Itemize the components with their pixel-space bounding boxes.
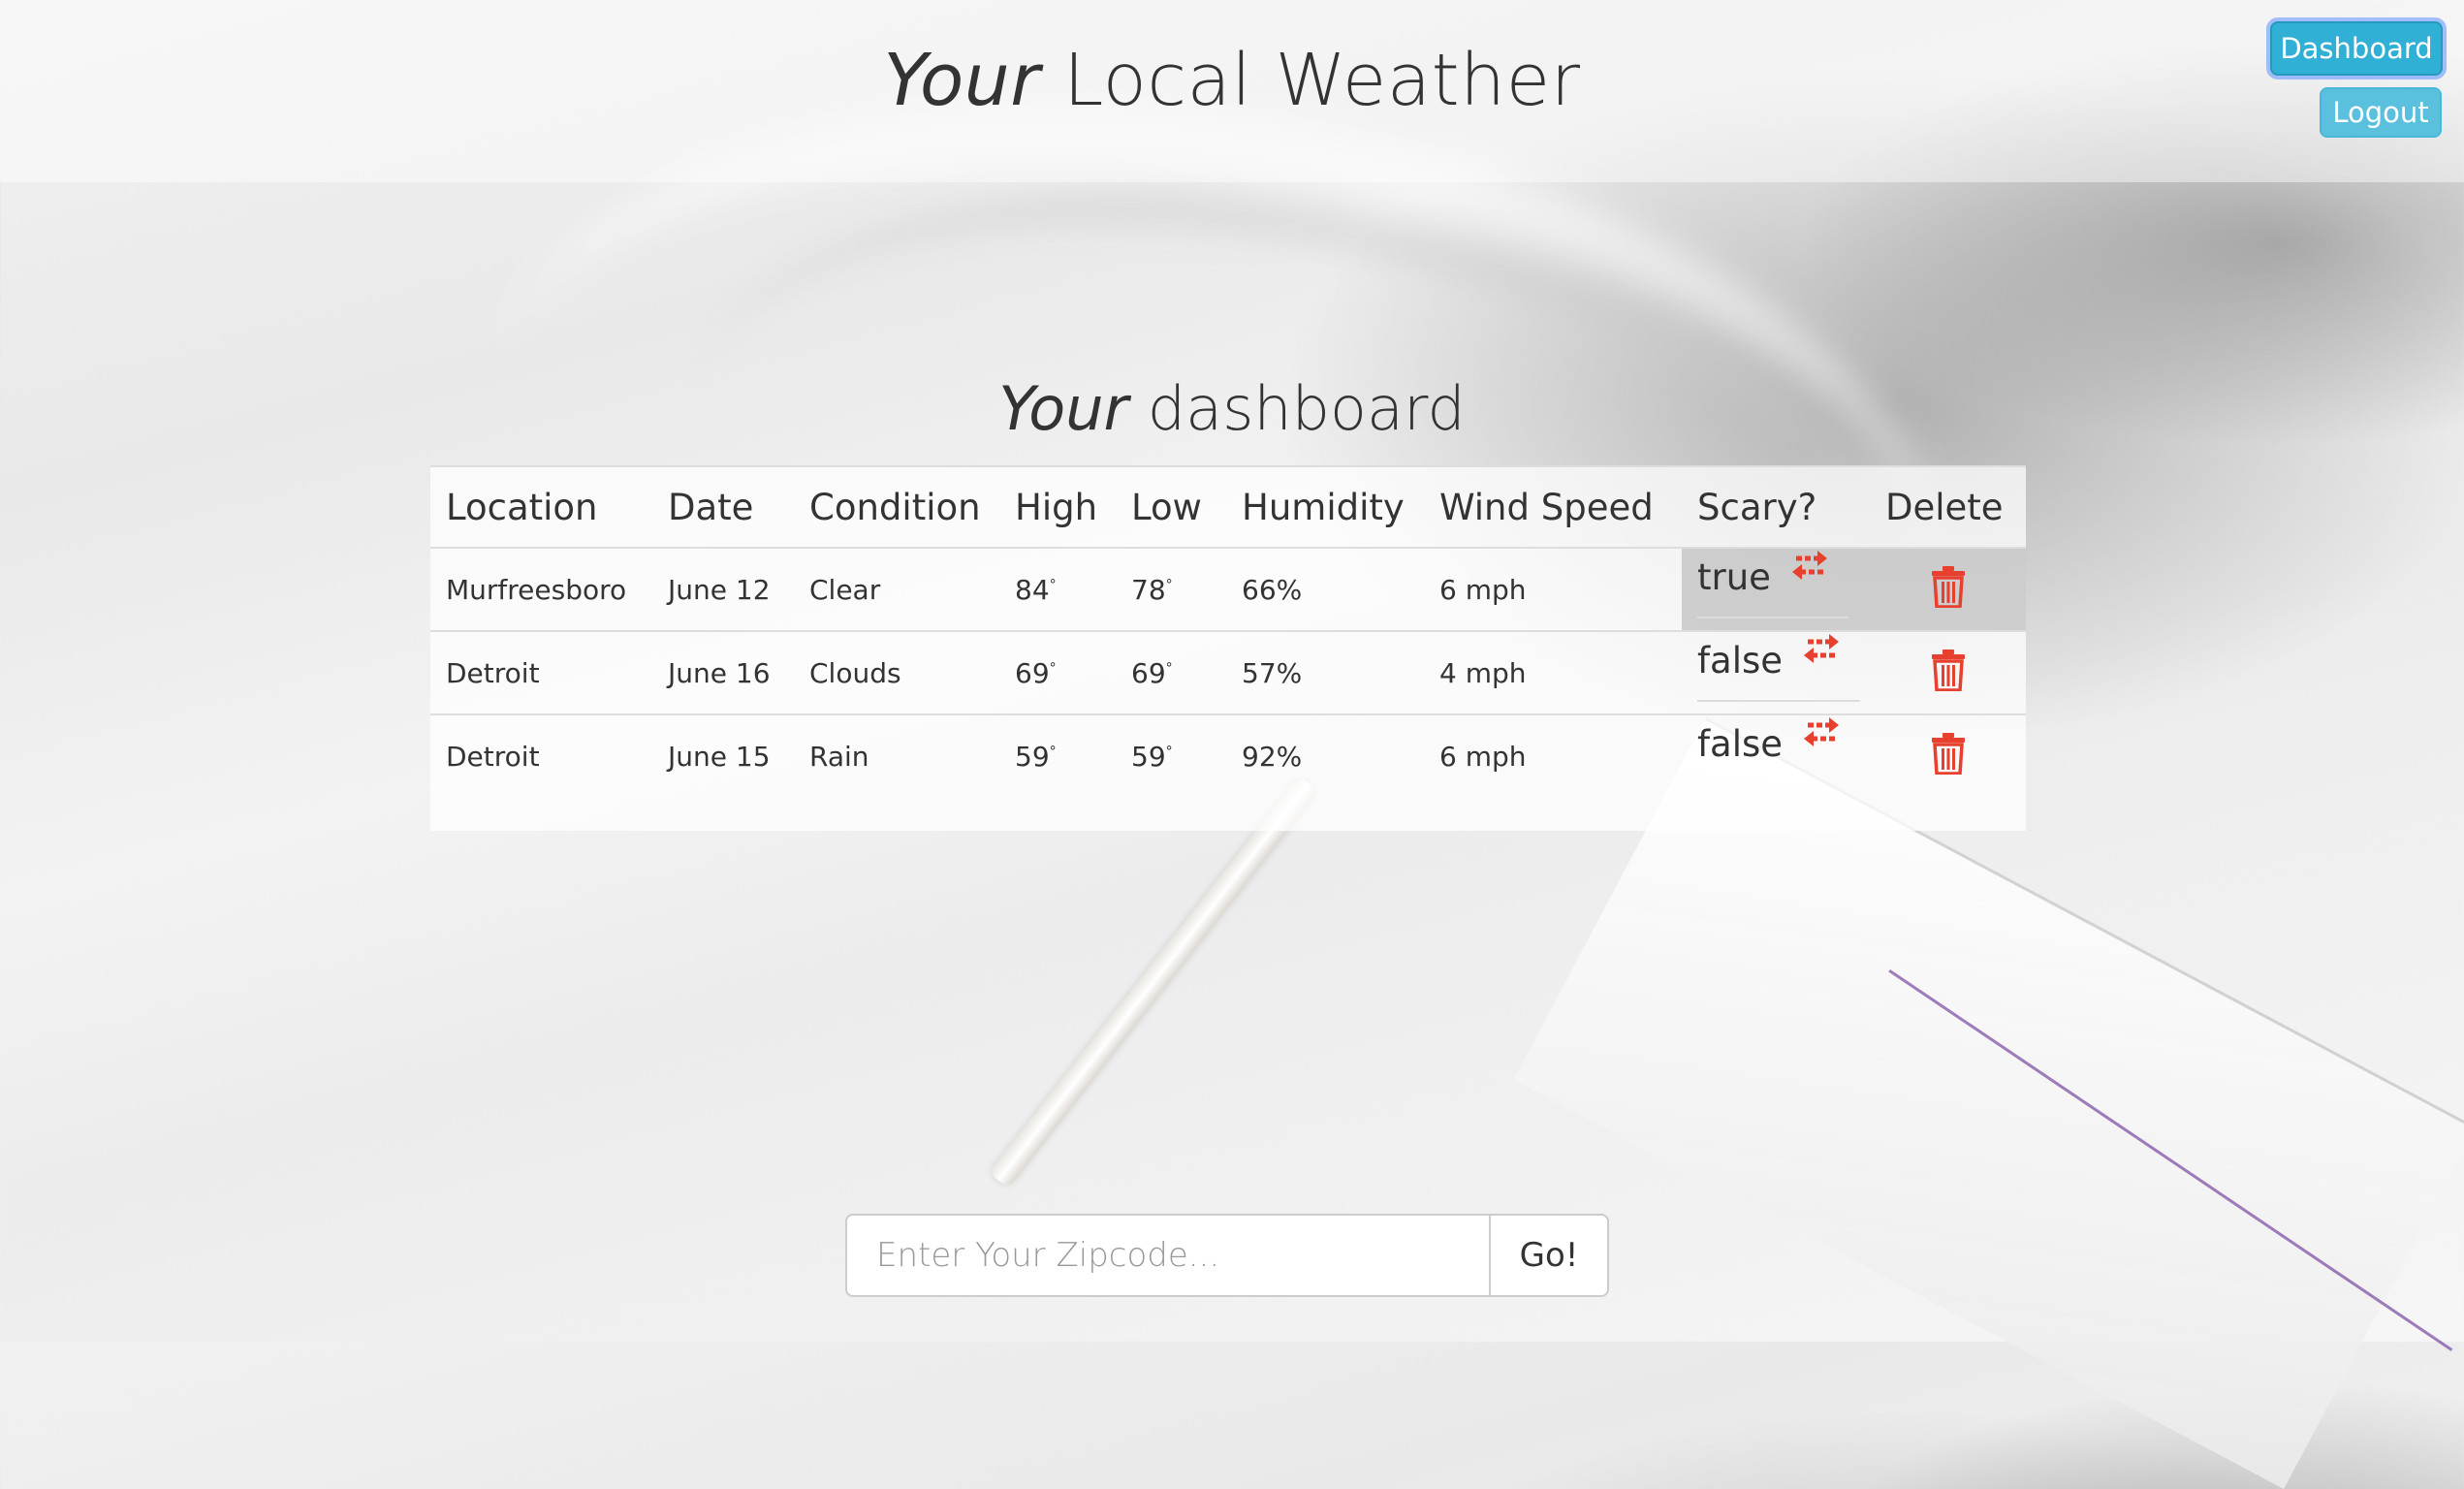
column-header-scary: Scary? bbox=[1682, 467, 1870, 549]
column-header-humidity: Humidity bbox=[1226, 467, 1424, 549]
swap-arrows-icon[interactable] bbox=[1802, 630, 1841, 665]
cell-low: 59° bbox=[1116, 713, 1226, 797]
degree-symbol: ° bbox=[1049, 577, 1057, 593]
low-value: 78 bbox=[1131, 573, 1166, 606]
cell-scary: true bbox=[1682, 547, 1870, 631]
cell-humidity: 66% bbox=[1226, 547, 1424, 631]
cell-date: June 16 bbox=[652, 630, 794, 714]
scary-value: false bbox=[1697, 640, 1784, 681]
cell-condition: Clouds bbox=[794, 630, 999, 714]
cell-location: Detroit bbox=[430, 630, 652, 714]
cell-wind-speed: 6 mph bbox=[1424, 713, 1682, 797]
table-row: Detroit June 15 Rain 59° 59° 92% 6 mph f… bbox=[430, 713, 2026, 797]
table-row: Detroit June 16 Clouds 69° 69° 57% 4 mph… bbox=[430, 630, 2026, 714]
degree-symbol: ° bbox=[1049, 744, 1057, 760]
column-header-condition: Condition bbox=[794, 467, 999, 549]
app-title: Your Local Weather bbox=[0, 39, 2464, 122]
degree-symbol: ° bbox=[1049, 660, 1057, 677]
column-header-delete: Delete bbox=[1870, 467, 2026, 549]
cell-high: 84° bbox=[999, 547, 1116, 631]
cell-delete bbox=[1870, 630, 2026, 714]
column-header-wind-speed: Wind Speed bbox=[1424, 467, 1682, 549]
degree-symbol: ° bbox=[1165, 577, 1173, 593]
cell-delete bbox=[1870, 547, 2026, 631]
dashboard-title-emphasis: Your bbox=[998, 373, 1129, 444]
app-title-text: Local Weather bbox=[1040, 39, 1581, 122]
column-header-low: Low bbox=[1116, 467, 1226, 549]
column-header-high: High bbox=[999, 467, 1116, 549]
trash-icon[interactable] bbox=[1931, 649, 1966, 691]
cell-condition: Clear bbox=[794, 547, 999, 631]
column-header-date: Date bbox=[652, 467, 794, 549]
column-header-location: Location bbox=[430, 467, 652, 549]
zipcode-form: Go! bbox=[845, 1214, 1611, 1301]
cell-condition: Rain bbox=[794, 713, 999, 797]
go-button[interactable]: Go! bbox=[1489, 1214, 1609, 1297]
trash-icon[interactable] bbox=[1931, 732, 1966, 775]
background-bookmark-ribbon bbox=[988, 776, 1319, 1188]
low-value: 69 bbox=[1131, 656, 1166, 689]
scary-value: false bbox=[1697, 723, 1784, 765]
degree-symbol: ° bbox=[1165, 744, 1173, 760]
background-book bbox=[1513, 717, 2464, 1489]
table-header-row: Location Date Condition High Low Humidit… bbox=[430, 467, 2026, 549]
zipcode-input[interactable] bbox=[845, 1214, 1489, 1297]
cell-date: June 12 bbox=[652, 547, 794, 631]
cell-humidity: 57% bbox=[1226, 630, 1424, 714]
scary-value: true bbox=[1697, 556, 1771, 598]
high-value: 59 bbox=[1015, 740, 1050, 773]
scary-value-wrap: false bbox=[1697, 634, 1860, 702]
app-title-emphasis: Your bbox=[883, 39, 1041, 122]
cell-date: June 15 bbox=[652, 713, 794, 797]
cell-low: 78° bbox=[1116, 547, 1226, 631]
dashboard-button[interactable]: Dashboard bbox=[2270, 21, 2443, 76]
cell-high: 69° bbox=[999, 630, 1116, 714]
weather-table: Location Date Condition High Low Humidit… bbox=[430, 467, 2026, 797]
cell-scary: false bbox=[1682, 630, 1870, 714]
cell-wind-speed: 4 mph bbox=[1424, 630, 1682, 714]
background-book-edge bbox=[1888, 969, 2453, 1351]
cell-humidity: 92% bbox=[1226, 713, 1424, 797]
degree-symbol: ° bbox=[1165, 660, 1173, 677]
cell-high: 59° bbox=[999, 713, 1116, 797]
table-row: Murfreesboro June 12 Clear 84° 78° 66% 6… bbox=[430, 547, 2026, 631]
swap-arrows-icon[interactable] bbox=[1802, 713, 1841, 748]
cell-location: Murfreesboro bbox=[430, 547, 652, 631]
cell-delete bbox=[1870, 713, 2026, 797]
cell-wind-speed: 6 mph bbox=[1424, 547, 1682, 631]
weather-table-panel: Location Date Condition High Low Humidit… bbox=[430, 465, 2026, 831]
low-value: 59 bbox=[1131, 740, 1166, 773]
dashboard-title: Your dashboard bbox=[0, 373, 2464, 444]
cell-low: 69° bbox=[1116, 630, 1226, 714]
high-value: 84 bbox=[1015, 573, 1050, 606]
logout-button[interactable]: Logout bbox=[2320, 87, 2442, 138]
trash-icon[interactable] bbox=[1931, 565, 1966, 608]
scary-value-wrap: true bbox=[1697, 551, 1848, 618]
dashboard-title-text: dashboard bbox=[1128, 373, 1466, 444]
cell-scary: false bbox=[1682, 713, 1870, 797]
cell-location: Detroit bbox=[430, 713, 652, 797]
scary-value-wrap: false bbox=[1697, 717, 1860, 783]
high-value: 69 bbox=[1015, 656, 1050, 689]
swap-arrows-icon[interactable] bbox=[1790, 547, 1829, 582]
